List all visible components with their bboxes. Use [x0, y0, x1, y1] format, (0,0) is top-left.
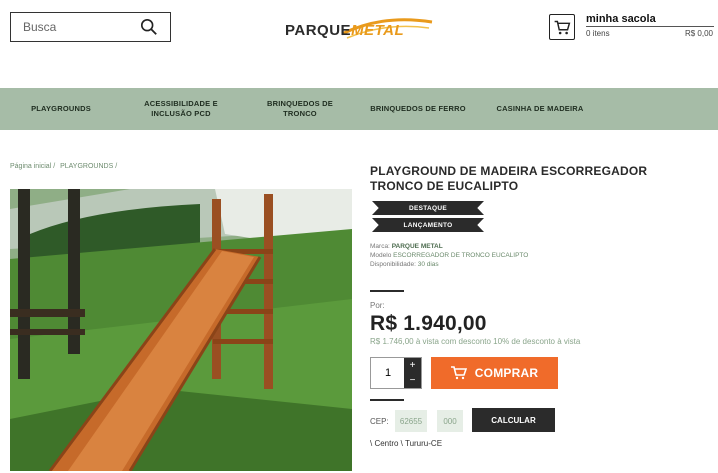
badge-destaque: DESTAQUE: [372, 201, 484, 215]
cart-icon: [450, 366, 467, 380]
nav-item-acessibilidade[interactable]: ACESSIBILIDADE E INCLUSÃO PCD: [131, 88, 231, 130]
buy-button[interactable]: COMPRAR: [431, 357, 558, 389]
main-nav: PLAYGROUNDS ACESSIBILIDADE E INCLUSÃO PC…: [0, 88, 718, 130]
breadcrumb: Página inicial / PLAYGROUNDS /: [10, 163, 120, 170]
nav-item-brinquedos-tronco[interactable]: BRINQUEDOS DE TRONCO: [256, 88, 344, 130]
cart-divider: [586, 26, 714, 27]
product-title: PLAYGROUND DE MADEIRA ESCORREGADOR TRONC…: [370, 164, 648, 193]
model-row: Modelo ESCORREGADOR DE TRONCO EUCALIPTO: [370, 252, 528, 259]
price: R$ 1.940,00: [370, 312, 487, 335]
cart-total: R$ 0,00: [684, 29, 713, 38]
divider: [370, 399, 404, 401]
nav-item-brinquedos-ferro[interactable]: BRINQUEDOS DE FERRO: [366, 88, 470, 130]
logo-part2: METAL: [351, 22, 405, 39]
logo-part1: PARQUE: [285, 22, 352, 39]
availability-row: Disponibilidade: 30 dias: [370, 261, 439, 268]
price-prefix: Por:: [370, 301, 385, 310]
plus-icon: +: [409, 360, 416, 371]
discount-text: R$ 1.746,00 à vista com desconto 10% de …: [370, 337, 581, 346]
logo[interactable]: PARQUEMETAL: [285, 10, 435, 46]
cep-label: CEP:: [370, 417, 389, 426]
product-image[interactable]: [10, 189, 352, 471]
logo-text: PARQUEMETAL: [285, 22, 404, 39]
quantity-input[interactable]: [371, 358, 405, 388]
cart-items-count: 0 itens: [586, 29, 610, 38]
search-box[interactable]: [10, 12, 171, 42]
cart-title[interactable]: minha sacola: [586, 13, 656, 25]
search-icon[interactable]: [140, 18, 158, 36]
nav-item-casinha-madeira[interactable]: CASINHA DE MADEIRA: [488, 88, 592, 130]
cep-input-part1[interactable]: [395, 410, 427, 432]
calculate-shipping-button[interactable]: CALCULAR: [472, 408, 555, 432]
badge-lancamento: LANÇAMENTO: [372, 218, 484, 232]
cart-icon[interactable]: [549, 14, 575, 40]
cart[interactable]: minha sacola 0 itens R$ 0,00: [549, 13, 715, 42]
model-label: Modelo: [370, 252, 392, 259]
product-photo: [10, 189, 352, 471]
availability-label: Disponibilidade:: [370, 261, 416, 268]
minus-icon: −: [409, 375, 416, 386]
brand-row: Marca: PARQUE METAL: [370, 243, 443, 250]
breadcrumb-home[interactable]: Página inicial /: [10, 163, 55, 170]
brand-value[interactable]: PARQUE METAL: [392, 243, 443, 250]
model-value: ESCORREGADOR DE TRONCO EUCALIPTO: [393, 252, 529, 259]
nav-item-playgrounds[interactable]: PLAYGROUNDS: [18, 88, 104, 130]
search-input[interactable]: [11, 20, 131, 34]
quantity-stepper: + −: [370, 357, 422, 389]
brand-label: Marca:: [370, 243, 390, 250]
quantity-minus-button[interactable]: −: [404, 373, 421, 388]
availability-value: 30 dias: [417, 261, 439, 268]
cep-input-part2[interactable]: [437, 410, 463, 432]
buy-label: COMPRAR: [474, 366, 539, 380]
breadcrumb-category[interactable]: PLAYGROUNDS /: [60, 163, 117, 170]
quantity-plus-button[interactable]: +: [404, 358, 421, 373]
divider: [370, 290, 404, 292]
shipping-location: \ Centro \ Tururu-CE: [370, 439, 443, 448]
